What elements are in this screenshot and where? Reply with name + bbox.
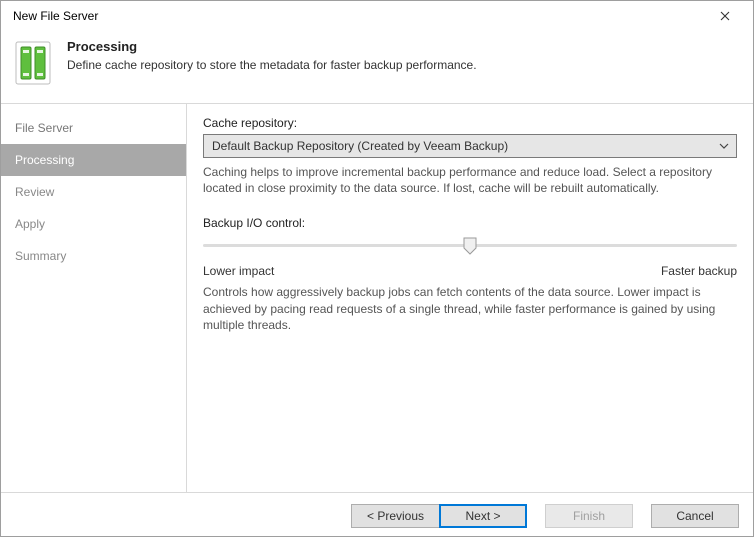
main-panel: Cache repository: Default Backup Reposit… [187,104,753,492]
step-file-server[interactable]: File Server [1,112,186,144]
cancel-button[interactable]: Cancel [651,504,739,528]
cache-repository-value: Default Backup Repository (Created by Ve… [212,139,718,153]
finish-button: Finish [545,504,633,528]
wizard-footer: < Previous Next > Finish Cancel [1,492,753,538]
io-high-label: Faster backup [661,264,737,278]
close-icon [720,11,730,21]
wizard-steps: File Server Processing Review Apply Summ… [1,104,187,492]
io-low-label: Lower impact [203,264,274,278]
cache-repository-help: Caching helps to improve incremental bac… [203,164,737,196]
close-button[interactable] [705,2,745,30]
window-title: New File Server [9,9,705,23]
step-summary[interactable]: Summary [1,240,186,272]
header-description: Define cache repository to store the met… [67,58,477,72]
chevron-down-icon [718,140,730,152]
title-bar: New File Server [1,1,753,31]
step-apply[interactable]: Apply [1,208,186,240]
io-control-slider[interactable] [203,236,737,258]
header-title: Processing [67,39,477,54]
step-review[interactable]: Review [1,176,186,208]
previous-button[interactable]: < Previous [351,504,439,528]
io-control-label: Backup I/O control: [203,216,737,230]
next-button[interactable]: Next > [439,504,527,528]
wizard-header: Processing Define cache repository to st… [1,31,753,104]
step-processing[interactable]: Processing [1,144,186,176]
io-control-help: Controls how aggressively backup jobs ca… [203,284,737,333]
cache-repository-dropdown[interactable]: Default Backup Repository (Created by Ve… [203,134,737,158]
cache-repository-label: Cache repository: [203,116,737,130]
slider-thumb[interactable] [463,237,477,255]
wizard-icon [15,41,51,85]
